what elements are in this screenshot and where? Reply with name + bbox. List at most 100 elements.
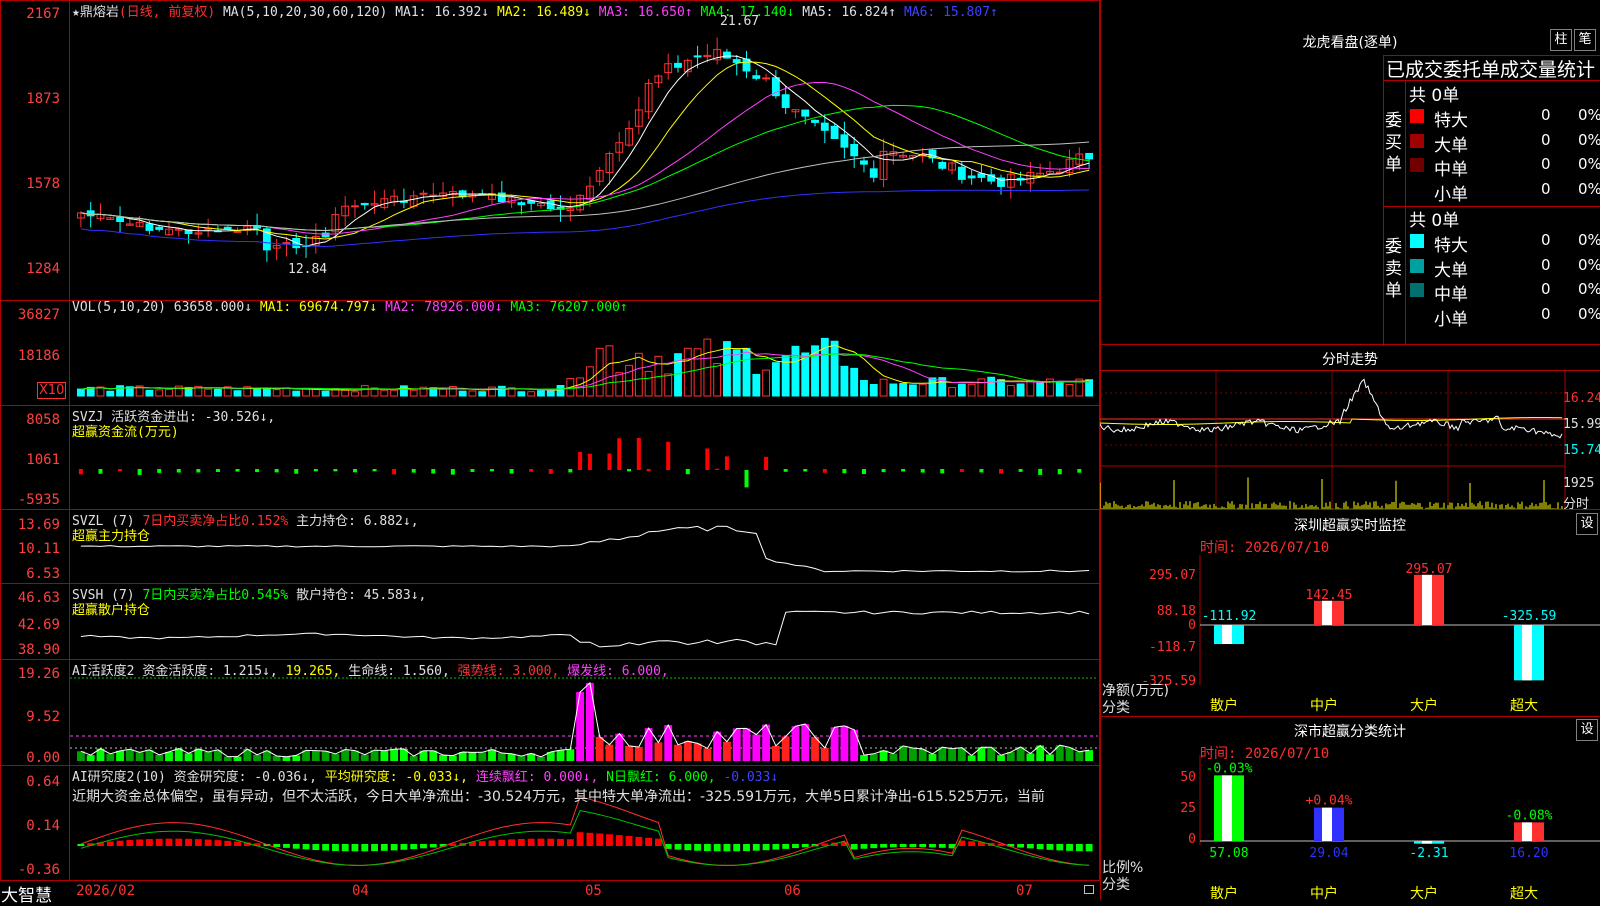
- tab-tick-view[interactable]: 笔: [1574, 29, 1596, 51]
- research-bar: [214, 840, 222, 846]
- activity-bar: [106, 753, 115, 761]
- volume-bar: [204, 388, 213, 397]
- date-tick-2: 04: [352, 883, 369, 899]
- category-label: 超大: [1510, 886, 1538, 900]
- research-bar: [371, 844, 378, 852]
- sz-class-chart: 755025057.08-0.03%散户29.04+0.04%中户-2.31大户…: [1180, 755, 1600, 900]
- research-bar: [77, 844, 85, 846]
- flow-bar: [450, 469, 455, 475]
- research-bar: [674, 844, 682, 850]
- sz-class-title: 深市超赢分类统计: [1294, 724, 1406, 740]
- tab-bar-view[interactable]: 柱: [1550, 29, 1572, 51]
- flow-bar: [578, 451, 583, 470]
- flow-bar: [196, 469, 201, 473]
- activity-bar: [282, 756, 291, 761]
- brand-label: 大智慧: [1, 886, 52, 906]
- flow-bar: [901, 469, 906, 472]
- research-bar: [645, 837, 653, 846]
- flow-bar: [705, 448, 710, 470]
- candle-body: [762, 77, 771, 80]
- ma5-line: [80, 55, 1090, 247]
- research-bar: [224, 840, 232, 846]
- activity-bar: [948, 748, 956, 761]
- research-bar: [508, 839, 516, 846]
- activity-bar: [840, 725, 849, 761]
- kline-tick-2: 1873: [26, 91, 60, 107]
- category-label: 超大: [1510, 698, 1538, 714]
- volume-bar: [390, 389, 399, 397]
- activity-bar: [478, 752, 487, 761]
- lock-icon[interactable]: [1084, 885, 1094, 894]
- activity-bar: [311, 750, 320, 761]
- research-bar: [331, 844, 339, 851]
- activity-bar: [556, 750, 565, 761]
- sell-row-pct: 0%: [1578, 280, 1600, 298]
- candle-body: [732, 59, 741, 63]
- research-bar: [615, 835, 623, 846]
- activity-bar: [174, 748, 183, 761]
- sz-monitor-title: 深圳超赢实时监控: [1294, 518, 1406, 534]
- divider: [1100, 344, 1600, 345]
- vol-unit-badge[interactable]: X10: [37, 382, 67, 399]
- stock-period: (日线, 前复权): [118, 5, 216, 20]
- volume-bar: [840, 365, 849, 397]
- svsh-tick-1: 46.63: [17, 590, 60, 606]
- activity-bar: [233, 756, 242, 761]
- volume-bar: [478, 391, 487, 397]
- volume-bar: [918, 383, 927, 397]
- volume-bar: [1006, 384, 1015, 397]
- candle-body: [938, 161, 947, 169]
- volume-bar: [321, 390, 330, 397]
- research-bar: [273, 844, 281, 848]
- volume-bar: [791, 345, 800, 397]
- sz-class-settings-button[interactable]: 设: [1576, 719, 1598, 741]
- high-price-label: 21.67: [720, 14, 760, 29]
- research-bar: [302, 844, 310, 850]
- activity-bar: [1075, 751, 1084, 761]
- intraday-chart[interactable]: [1100, 371, 1600, 509]
- ai2-value: 19.265,: [285, 664, 341, 679]
- volume-bar: [742, 347, 751, 397]
- ma6-value: MA6: 15.807↑: [903, 5, 998, 20]
- sell-row-count: 0: [1541, 231, 1551, 249]
- activity-bar: [204, 752, 213, 761]
- svzj-tick-1: 8058: [26, 412, 60, 428]
- volume-bar: [517, 391, 526, 397]
- flow-bar: [1077, 469, 1082, 473]
- activity-bar: [1046, 754, 1054, 761]
- svzl-hold: 主力持仓: 6.882↓,: [296, 514, 419, 529]
- volume-bar: [879, 378, 888, 397]
- sz-monitor-chart: 295.07 88.180 -118.7 -325.59 -111.92 散户 142.45…: [1141, 555, 1600, 714]
- value-label: 29.04: [1309, 846, 1348, 861]
- candle-body: [967, 175, 976, 179]
- activity-bar: [331, 753, 340, 761]
- order-stats-header: 已成交委托单成交量统计: [1386, 59, 1596, 81]
- candle-body: [674, 62, 682, 68]
- research-bar: [145, 839, 153, 846]
- ma-title: MA(5,10,20,30,60,120): [222, 5, 388, 20]
- activity-bar: [409, 756, 418, 761]
- volume-bar: [634, 352, 643, 397]
- sz-monitor-settings-button[interactable]: 设: [1576, 513, 1598, 535]
- svzj-tick-2: 1061: [26, 452, 60, 468]
- activity-bar: [380, 750, 389, 761]
- volume-bar: [253, 387, 262, 397]
- activity-bar: [194, 748, 203, 761]
- activity-bar: [184, 753, 193, 761]
- research-bar: [1017, 844, 1025, 848]
- activity-bar: [497, 752, 506, 761]
- research-bar: [517, 838, 525, 846]
- activity-bar: [771, 745, 780, 761]
- research-bar: [752, 844, 760, 851]
- buy-row-count: 0: [1541, 130, 1551, 149]
- volume-bar: [957, 383, 966, 397]
- air-title: AI研究度2(10): [72, 770, 166, 785]
- sz-monitor-cat-label: 分类: [1102, 700, 1130, 716]
- flow-bar: [372, 469, 377, 472]
- activity-bar: [223, 756, 232, 761]
- buy-swatch-3: [1410, 182, 1424, 197]
- svsh-line: [80, 610, 1090, 648]
- research-bar: [537, 838, 545, 846]
- activity-bar: [125, 749, 134, 761]
- ma5-value: MA5: 16.824↑: [802, 5, 897, 20]
